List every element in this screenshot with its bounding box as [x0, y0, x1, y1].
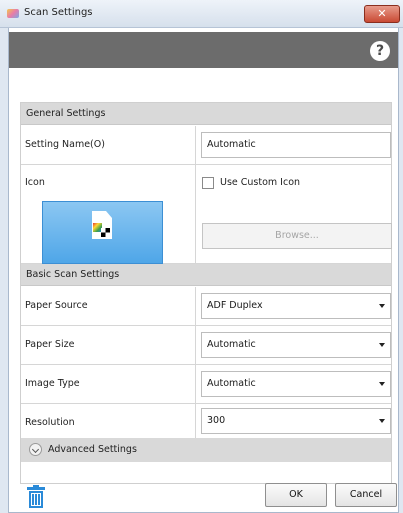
dropdown-arrow-icon: [379, 419, 385, 423]
app-icon: [7, 9, 19, 18]
paper-size-label: Paper Size: [25, 339, 75, 350]
image-type-row: Image Type Automatic: [21, 365, 391, 404]
image-type-label: Image Type: [25, 378, 80, 389]
trash-icon[interactable]: [27, 485, 45, 509]
resolution-row: Resolution 300: [21, 404, 391, 438]
close-button[interactable]: ✕: [364, 5, 400, 23]
cancel-button[interactable]: Cancel: [335, 483, 397, 507]
icon-preview: [42, 201, 163, 264]
advanced-settings-bar[interactable]: Advanced Settings: [21, 438, 391, 462]
header-bar: ?: [9, 32, 398, 68]
dropdown-arrow-icon: [379, 304, 385, 308]
setting-name-row: Setting Name(O) Automatic: [21, 126, 391, 165]
paper-source-value: ADF Duplex: [207, 300, 263, 311]
paper-source-label: Paper Source: [25, 300, 88, 311]
resolution-value: 300: [207, 415, 226, 426]
settings-panel: General Settings Setting Name(O) Automat…: [20, 102, 392, 484]
setting-name-input[interactable]: Automatic: [201, 132, 391, 158]
icon-label: Icon: [25, 177, 45, 188]
dropdown-arrow-icon: [379, 382, 385, 386]
resolution-select[interactable]: 300: [201, 408, 391, 434]
general-settings-header: General Settings: [21, 103, 391, 125]
paper-size-row: Paper Size Automatic: [21, 326, 391, 365]
image-type-select[interactable]: Automatic: [201, 371, 391, 397]
expand-chevron-icon[interactable]: [29, 443, 42, 456]
setting-name-label: Setting Name(O): [25, 139, 105, 150]
resolution-label: Resolution: [25, 417, 75, 428]
use-custom-icon-label[interactable]: Use Custom Icon: [220, 177, 300, 188]
icon-row: Icon Use Custom Icon Browse...: [21, 165, 392, 264]
paper-size-select[interactable]: Automatic: [201, 332, 391, 358]
window-title: Scan Settings: [24, 7, 93, 18]
ok-button[interactable]: OK: [265, 483, 327, 507]
use-custom-icon-checkbox[interactable]: [202, 177, 214, 189]
window-client: ? General Settings Setting Name(O) Autom…: [8, 28, 399, 513]
paper-source-row: Paper Source ADF Duplex: [21, 287, 391, 326]
help-icon[interactable]: ?: [370, 41, 390, 61]
basic-scan-settings-header: Basic Scan Settings: [21, 264, 391, 286]
dropdown-arrow-icon: [379, 343, 385, 347]
browse-button[interactable]: Browse...: [202, 223, 392, 249]
paper-source-select[interactable]: ADF Duplex: [201, 293, 391, 319]
image-type-value: Automatic: [207, 378, 256, 389]
title-bar: Scan Settings ✕: [0, 0, 403, 28]
advanced-settings-label[interactable]: Advanced Settings: [48, 438, 137, 462]
scan-document-icon: [92, 211, 112, 239]
paper-size-value: Automatic: [207, 339, 256, 350]
